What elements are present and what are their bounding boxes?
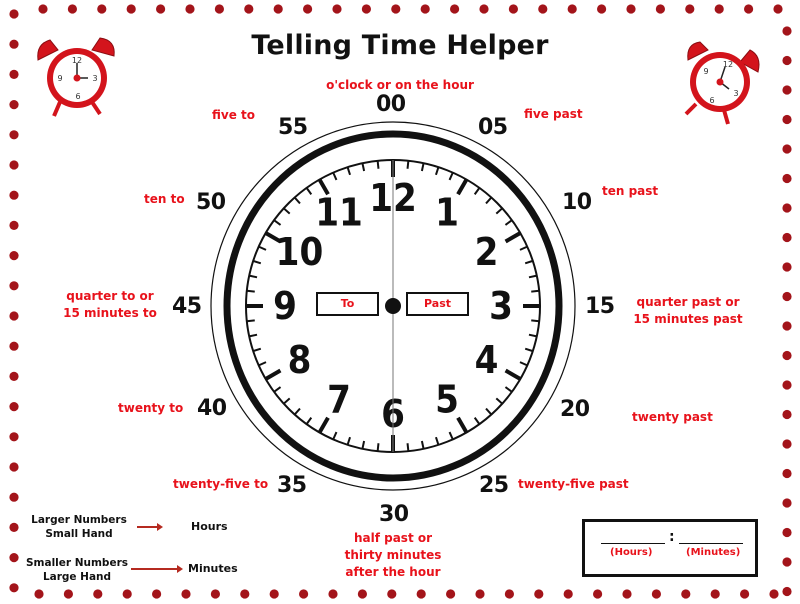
phrase-35: twenty-five to [173,477,269,491]
minute-55: 55 [278,115,308,140]
legend-hours-desc: Larger Numbers Small Hand [24,513,134,541]
time-separator: : [669,529,675,545]
minute-25: 25 [479,473,509,498]
legend-minutes-desc: Smaller Numbers Large Hand [22,556,132,584]
to-box: To [316,292,379,316]
legend-hours-arrow [137,523,163,531]
minute-35: 35 [277,473,307,498]
minute-tick [376,160,380,169]
minutes-blank[interactable] [679,542,743,544]
legend-hours-target: Hours [191,520,228,533]
hours-label: (Hours) [610,547,653,558]
clock-center-pin [385,298,401,314]
hour-number-11: 11 [315,190,363,234]
minute-20: 20 [560,397,590,422]
hour-number-8: 8 [288,338,312,382]
hour-number-9: 9 [273,284,297,328]
phrase-45: quarter to or 15 minutes to [63,289,157,320]
minute-50: 50 [196,190,226,215]
past-box: Past [406,292,469,316]
minutes-label: (Minutes) [686,547,741,558]
phrase-20: twenty past [632,410,713,424]
phrase-40: twenty to [118,401,184,415]
minute-tick [376,443,380,452]
hour-number-2: 2 [475,230,499,274]
hour-number-10: 10 [276,230,324,274]
phrase-50: ten to [144,192,185,206]
legend-minutes-arrow [131,565,183,573]
legend-minutes-line1: Smaller Numbers [25,557,128,569]
legend-hours-line2: Small Hand [45,528,113,540]
minute-tick [406,443,410,452]
hour-number-1: 1 [435,190,459,234]
minute-tick [531,319,540,323]
legend-hours-line1: Larger Numbers [31,514,127,526]
phrase-25: twenty-five past [518,477,629,491]
minute-tick [531,289,540,293]
minute-45: 45 [172,294,202,319]
phrase-00: o'clock or on the hour [326,78,474,92]
minute-tick [406,160,410,169]
phrase-05: five past [524,107,583,121]
minute-40: 40 [197,396,227,421]
hour-number-7: 7 [327,378,351,422]
minute-30: 30 [379,502,409,527]
hours-blank[interactable] [601,542,665,544]
minute-10: 10 [562,190,592,215]
minute-tick [246,319,255,323]
hour-number-4: 4 [475,338,499,382]
minute-00: 00 [376,92,406,117]
phrase-55: five to [212,108,256,122]
legend-minutes-target: Minutes [188,562,238,575]
minute-05: 05 [478,115,508,140]
legend-minutes-line2: Large Hand [42,571,112,583]
phrase-10: ten past [602,184,659,198]
phrase-30: half past or thirty minutes after the ho… [344,531,442,579]
minute-tick [246,289,255,293]
phrase-15: quarter past or 15 minutes past [633,295,743,326]
minute-15: 15 [585,294,615,319]
answer-box: : (Hours) (Minutes) [582,519,758,577]
hour-number-3: 3 [489,284,513,328]
hour-number-5: 5 [435,378,459,422]
